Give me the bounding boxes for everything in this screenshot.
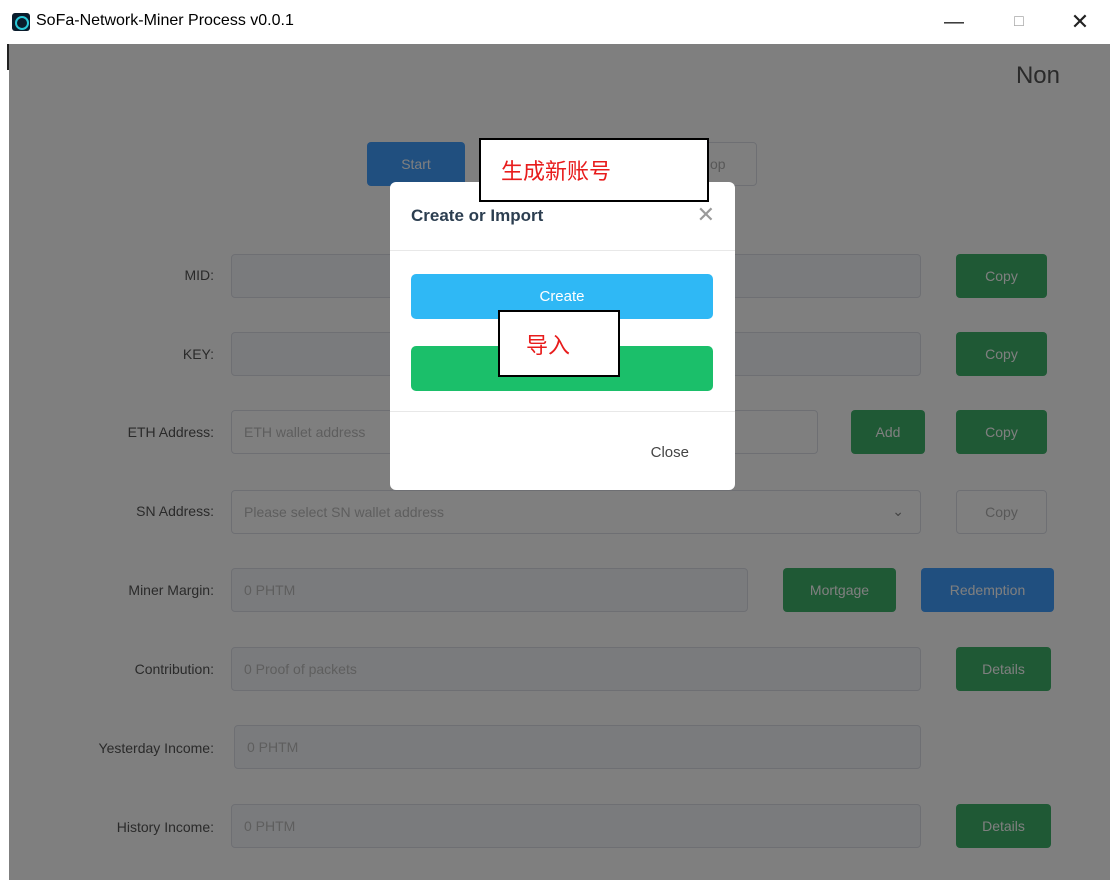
minimize-icon[interactable]: — [932, 8, 976, 36]
window-left-edge [0, 44, 9, 880]
import-annotation-box: 导入 [498, 310, 620, 377]
window-title: SoFa-Network-Miner Process v0.0.1 [36, 12, 294, 29]
dialog-title: Create or Import [411, 206, 544, 225]
window-close-icon[interactable]: ✕ [1058, 8, 1102, 36]
maximize-icon[interactable]: □ [997, 8, 1041, 36]
create-annotation-text: 生成新账号 [501, 160, 612, 185]
dialog-footer-divider [390, 411, 735, 412]
dialog-close-button[interactable]: Close [651, 444, 689, 461]
create-annotation-box: 生成新账号 [479, 138, 709, 202]
dialog-header-divider [390, 250, 735, 251]
dialog-close-icon[interactable]: ✕ [697, 202, 715, 228]
app-logo-icon [12, 13, 30, 31]
window-titlebar: SoFa-Network-Miner Process v0.0.1 — □ ✕ [0, 0, 1110, 44]
import-annotation-text: 导入 [526, 333, 571, 359]
